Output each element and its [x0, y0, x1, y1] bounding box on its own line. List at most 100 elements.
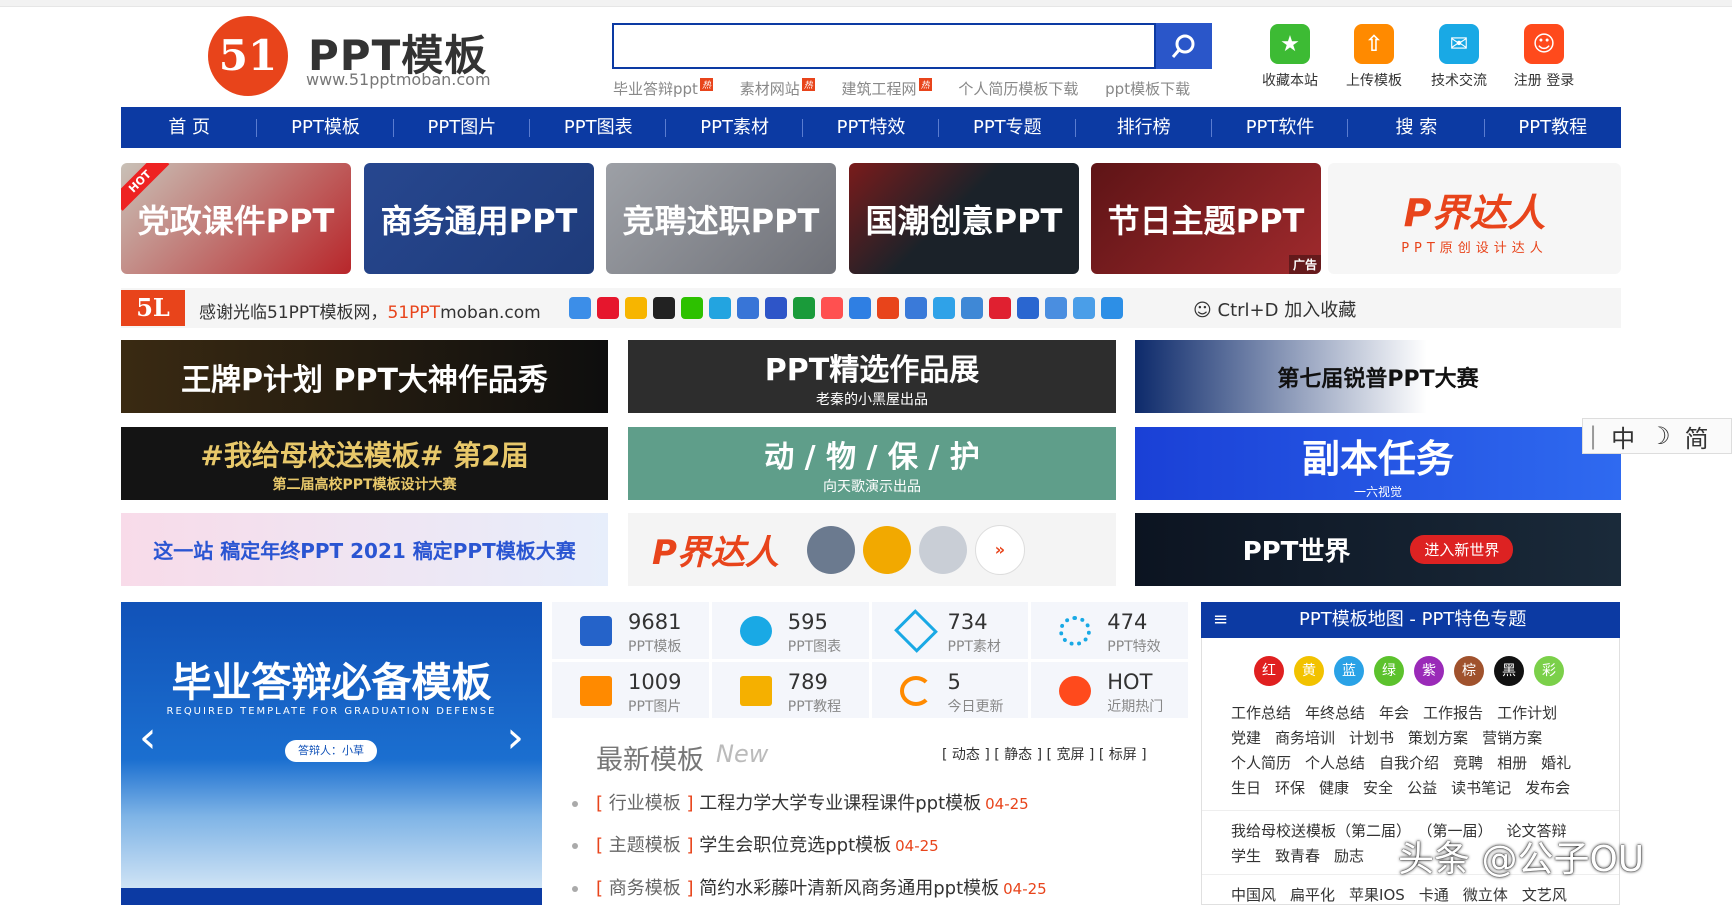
stat-ppt-materials[interactable]: 734 PPT素材	[871, 602, 1029, 659]
list-item[interactable]: [ 商务模板 ] 简约水彩藤叶清新风商务通用ppt模板 04-25	[572, 874, 1172, 900]
tag-link[interactable]: 相册	[1497, 754, 1527, 772]
tag-link[interactable]: 年终总结	[1305, 704, 1365, 722]
color-yellow[interactable]: 黄	[1294, 656, 1324, 686]
ime-simplified[interactable]: 简	[1685, 419, 1709, 454]
hotword-link[interactable]: 个人简历模板下载	[958, 80, 1078, 98]
item-title[interactable]: 工程力学大学专业课程课件ppt模板	[699, 793, 981, 814]
nav-ppt-materials[interactable]: PPT素材	[666, 107, 804, 148]
tag-link[interactable]: 苹果IOS	[1349, 886, 1405, 904]
tag-link[interactable]: 工作计划	[1497, 704, 1557, 722]
share-icon[interactable]	[821, 297, 843, 319]
color-blue[interactable]: 蓝	[1334, 656, 1364, 686]
tag-link[interactable]: 生日	[1231, 779, 1261, 797]
site-logo[interactable]: 51 PPT模板 www.51pptmoban.com	[208, 16, 508, 96]
category-tile-festival[interactable]: 节日主题PPT 广告	[1091, 163, 1321, 274]
register-login-link[interactable]: ☺ 注册 登录	[1504, 24, 1584, 90]
tag-link[interactable]: 年会	[1379, 704, 1409, 722]
tag-link[interactable]: 健康	[1319, 779, 1349, 797]
banner-ad[interactable]: #我给母校送模板# 第2届 第二届高校PPT模板设计大赛	[121, 427, 608, 500]
upload-template-link[interactable]: ⇧ 上传模板	[1334, 24, 1414, 90]
stat-ppt-tutorials[interactable]: 789 PPT教程	[711, 661, 869, 718]
hotword-link[interactable]: 毕业答辩ppt 热	[613, 78, 713, 98]
list-item[interactable]: [ 主题模板 ] 学生会职位竞选ppt模板 04-25	[572, 831, 1172, 857]
stat-ppt-charts[interactable]: 595 PPT图表	[711, 602, 869, 659]
tech-chat-link[interactable]: ✉ 技术交流	[1419, 24, 1499, 90]
hotword-link[interactable]: ppt模板下载	[1105, 80, 1190, 98]
stat-ppt-images[interactable]: 1009 PPT图片	[552, 661, 709, 718]
tag-link[interactable]: 致青春	[1275, 847, 1320, 865]
item-category[interactable]: 商务模板	[609, 878, 681, 899]
qq-icon[interactable]	[653, 297, 675, 319]
bookmark-site-link[interactable]: ★ 收藏本站	[1250, 24, 1330, 90]
banner-ad[interactable]: 副本任务 一六视觉	[1135, 427, 1621, 500]
hotword-link[interactable]: 素材网站热	[740, 78, 815, 98]
stat-today-updates[interactable]: 5 今日更新	[871, 661, 1029, 718]
banner-ad[interactable]: 这一站 稿定年终PPT 2021 稿定PPT模板大赛	[121, 513, 608, 586]
avatar[interactable]	[806, 525, 855, 574]
category-tile-competition[interactable]: 竞聘述职PPT	[606, 163, 836, 274]
item-title[interactable]: 简约水彩藤叶清新风商务通用ppt模板	[699, 878, 999, 899]
tag-link[interactable]: 微立体	[1463, 886, 1508, 904]
color-brown[interactable]: 棕	[1454, 656, 1484, 686]
tag-link[interactable]: 环保	[1275, 779, 1305, 797]
hotword-link[interactable]: 建筑工程网热	[842, 78, 932, 98]
tag-link[interactable]: 中国风	[1231, 886, 1276, 904]
tag-link[interactable]: 婚礼	[1541, 754, 1571, 772]
nav-ppt-effects[interactable]: PPT特效	[803, 107, 940, 148]
nav-home[interactable]: 首 页	[121, 107, 258, 148]
tag-link[interactable]: 扁平化	[1290, 886, 1335, 904]
tag-link[interactable]: 公益	[1407, 779, 1437, 797]
item-category[interactable]: 主题模板	[609, 835, 681, 856]
tag-link[interactable]: 计划书	[1349, 729, 1394, 747]
search-input[interactable]	[614, 25, 1154, 67]
weibo-icon[interactable]	[597, 297, 619, 319]
color-red[interactable]: 红	[1254, 656, 1284, 686]
tag-link[interactable]: 竞聘	[1453, 754, 1483, 772]
nav-ppt-images[interactable]: PPT图片	[394, 107, 531, 148]
mail-icon[interactable]	[1073, 297, 1095, 319]
banner-ad[interactable]: P界达人 »	[628, 513, 1116, 586]
tag-link[interactable]: 党建	[1231, 729, 1261, 747]
wechat-icon[interactable]	[681, 297, 703, 319]
chevron-left-icon[interactable]: ‹	[139, 712, 157, 763]
tag-link[interactable]: 工作报告	[1423, 704, 1483, 722]
avatar[interactable]	[862, 525, 911, 574]
star-icon[interactable]	[625, 297, 647, 319]
tag-link[interactable]: 个人简历	[1231, 754, 1291, 772]
tag-link[interactable]: 发布会	[1525, 779, 1570, 797]
tag-link[interactable]: 读书笔记	[1451, 779, 1511, 797]
tag-link[interactable]: 学生	[1231, 847, 1261, 865]
ime-toolbar[interactable]: | 中 ☽ 简	[1582, 418, 1732, 454]
chevron-right-icon[interactable]: ›	[506, 712, 524, 763]
moon-icon[interactable]: ☽	[1649, 422, 1671, 450]
ime-handle[interactable]: |	[1589, 422, 1597, 450]
category-tile-business[interactable]: 商务通用PPT	[364, 163, 594, 274]
share-icon[interactable]	[737, 297, 759, 319]
tag-link[interactable]: 营销方案	[1482, 729, 1542, 747]
tag-link[interactable]: 安全	[1363, 779, 1393, 797]
share-icon[interactable]	[1017, 297, 1039, 319]
share-icon[interactable]	[905, 297, 927, 319]
latest-filters[interactable]: [ 动态 ] [ 静态 ] [ 宽屏 ] [ 标屏 ]	[942, 744, 1147, 764]
banner-ad[interactable]: PPT精选作品展 老秦的小黑屋出品	[628, 340, 1116, 413]
list-item[interactable]: [ 行业模板 ] 工程力学大学专业课程课件ppt模板 04-25	[572, 789, 1172, 815]
banner-ad[interactable]: 王牌P计划 PPT大神作品秀	[121, 340, 608, 413]
search-button[interactable]	[1156, 23, 1212, 69]
share-icon[interactable]	[569, 297, 591, 319]
stat-ppt-effects[interactable]: 474 PPT特效	[1031, 602, 1188, 659]
nav-ppt-topics[interactable]: PPT专题	[939, 107, 1076, 148]
share-icon[interactable]	[933, 297, 955, 319]
bookmark-hint[interactable]: ☺ Ctrl+D 加入收藏	[1193, 296, 1356, 322]
stat-ppt-templates[interactable]: 9681 PPT模板	[552, 602, 709, 659]
share-icon[interactable]	[877, 297, 899, 319]
category-tile-pjie-daren[interactable]: P界达人 PPT原创设计达人	[1328, 163, 1621, 274]
nav-ranking[interactable]: 排行榜	[1076, 107, 1213, 148]
color-purple[interactable]: 紫	[1414, 656, 1444, 686]
nav-ppt-templates[interactable]: PPT模板	[257, 107, 395, 148]
hero-slider[interactable]: 毕业答辩必备模板 REQUIRED TEMPLATE FOR GRADUATIO…	[121, 602, 542, 888]
share-icon[interactable]	[849, 297, 871, 319]
share-icon[interactable]	[961, 297, 983, 319]
banner-ad[interactable]: 第七届锐普PPT大赛	[1135, 340, 1621, 413]
share-icon[interactable]	[709, 297, 731, 319]
copy-icon[interactable]	[1101, 297, 1123, 319]
